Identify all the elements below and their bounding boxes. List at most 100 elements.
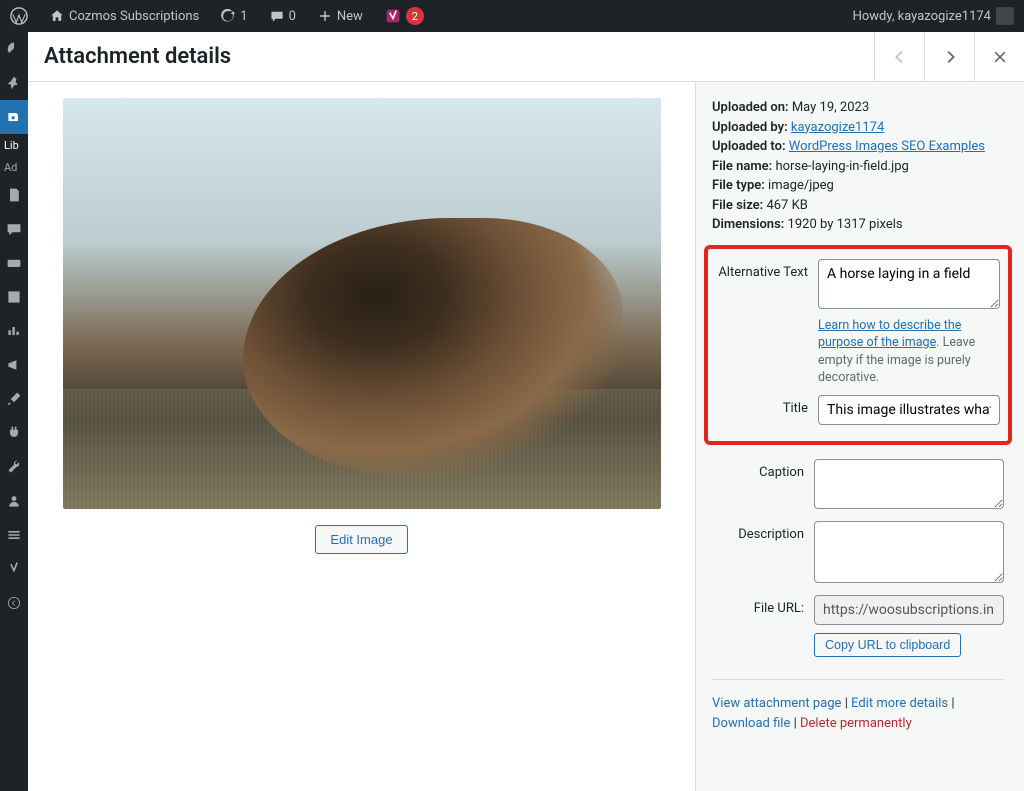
details-panel: Uploaded on: May 19, 2023 Uploaded by: k…	[696, 82, 1024, 791]
admin-menu: Lib Ad	[0, 32, 28, 791]
analytics-icon	[6, 323, 22, 339]
alt-help-text: Learn how to describe the purpose of the…	[818, 317, 1000, 387]
menu-tools[interactable]	[0, 450, 28, 484]
alt-text-row: Alternative Text A horse laying in a fie…	[716, 259, 1000, 387]
edit-image-button[interactable]: Edit Image	[315, 525, 407, 554]
action-links: View attachment page | Edit more details…	[712, 694, 1004, 736]
menu-dashboard[interactable]	[0, 32, 28, 66]
file-url-row: File URL: Copy URL to clipboard	[712, 595, 1004, 657]
product-icon	[6, 289, 22, 305]
description-label: Description	[712, 521, 804, 542]
menu-appearance[interactable]	[0, 382, 28, 416]
view-attachment-link[interactable]: View attachment page	[712, 696, 841, 711]
menu-comments[interactable]	[0, 212, 28, 246]
actions-divider	[712, 679, 1004, 680]
prev-attachment-button	[874, 32, 924, 82]
next-attachment-button[interactable]	[924, 32, 974, 82]
uploaded-by-link[interactable]: kayazogize1174	[791, 120, 884, 135]
megaphone-icon	[6, 357, 22, 373]
meta-file-name: File name: horse-laying-in-field.jpg	[712, 157, 1004, 177]
chevron-left-icon	[891, 48, 909, 66]
slider-icon	[6, 527, 22, 543]
yoast-icon	[385, 8, 401, 24]
menu-yoast[interactable]	[0, 552, 28, 586]
file-url-input[interactable]	[814, 595, 1004, 625]
plus-icon	[318, 9, 332, 23]
menu-posts[interactable]	[0, 66, 28, 100]
attachment-preview-image	[63, 98, 661, 509]
yoast-menu-icon	[6, 561, 22, 577]
uploaded-to-link[interactable]: WordPress Images SEO Examples	[789, 139, 985, 154]
woo-icon	[6, 255, 22, 271]
menu-pages[interactable]	[0, 178, 28, 212]
comments-count: 0	[289, 9, 296, 24]
alt-text-input[interactable]: A horse laying in a field	[818, 259, 1000, 309]
meta-file-type: File type: image/jpeg	[712, 176, 1004, 196]
page-icon	[6, 187, 22, 203]
updates-link[interactable]: 1	[217, 9, 251, 24]
menu-users[interactable]	[0, 484, 28, 518]
home-icon	[50, 9, 64, 23]
modal-body: Edit Image Uploaded on: May 19, 2023 Upl…	[28, 82, 1024, 791]
menu-collapse[interactable]	[0, 586, 28, 620]
modal-header: Attachment details	[28, 32, 1024, 82]
meta-uploaded-by: Uploaded by: kayazogize1174	[712, 118, 1004, 138]
modal-title: Attachment details	[28, 44, 874, 69]
delete-permanently-link[interactable]: Delete permanently	[800, 716, 912, 731]
brush-icon	[6, 391, 22, 407]
copy-url-button[interactable]: Copy URL to clipboard	[814, 633, 961, 657]
edit-more-link[interactable]: Edit more details	[851, 696, 948, 711]
new-label: New	[337, 9, 363, 24]
plugin-icon	[6, 425, 22, 441]
menu-marketing[interactable]	[0, 348, 28, 382]
description-row: Description	[712, 521, 1004, 587]
highlight-annotation: Alternative Text A horse laying in a fie…	[704, 245, 1012, 445]
site-name: Cozmos Subscriptions	[69, 9, 199, 24]
wordpress-icon	[10, 7, 28, 25]
updates-count: 1	[240, 9, 247, 24]
pin-icon	[6, 75, 22, 91]
close-icon	[992, 49, 1008, 65]
menu-plugins[interactable]	[0, 416, 28, 450]
title-label: Title	[716, 395, 808, 416]
comments-link[interactable]: 0	[266, 9, 300, 24]
howdy-text: Howdy, kayazogize1174	[853, 9, 991, 24]
meta-file-size: File size: 467 KB	[712, 196, 1004, 216]
comments-icon	[6, 221, 22, 237]
comment-icon	[270, 9, 284, 23]
menu-media[interactable]	[0, 100, 28, 134]
meta-uploaded-to: Uploaded to: WordPress Images SEO Exampl…	[712, 137, 1004, 157]
update-icon	[221, 9, 235, 23]
attachment-details-modal: Attachment details Edit Image Uploaded o…	[28, 32, 1024, 791]
description-input[interactable]	[814, 521, 1004, 583]
preview-panel: Edit Image	[28, 82, 696, 791]
menu-woo[interactable]	[0, 246, 28, 280]
caption-row: Caption	[712, 459, 1004, 513]
collapse-icon	[6, 595, 22, 611]
chevron-right-icon	[941, 48, 959, 66]
meta-list: Uploaded on: May 19, 2023 Uploaded by: k…	[712, 98, 1004, 235]
caption-input[interactable]	[814, 459, 1004, 509]
menu-settings[interactable]	[0, 518, 28, 552]
submenu-library[interactable]: Lib	[0, 134, 28, 156]
title-input[interactable]	[818, 395, 1000, 425]
media-icon	[6, 109, 22, 125]
wp-logo[interactable]	[6, 7, 32, 25]
meta-uploaded-on: Uploaded on: May 19, 2023	[712, 98, 1004, 118]
menu-analytics[interactable]	[0, 314, 28, 348]
yoast-link[interactable]: 2	[381, 7, 428, 25]
download-file-link[interactable]: Download file	[712, 716, 790, 731]
menu-products[interactable]	[0, 280, 28, 314]
submenu-addnew[interactable]: Ad	[0, 156, 28, 178]
admin-bar: Cozmos Subscriptions 1 0 New 2 Howdy, ka…	[0, 0, 1024, 32]
yoast-badge: 2	[406, 7, 424, 25]
close-modal-button[interactable]	[974, 32, 1024, 82]
site-name-link[interactable]: Cozmos Subscriptions	[46, 9, 203, 24]
new-link[interactable]: New	[314, 9, 367, 24]
caption-label: Caption	[712, 459, 804, 480]
title-row: Title	[716, 395, 1000, 425]
howdy-link[interactable]: Howdy, kayazogize1174	[849, 7, 1018, 25]
alt-text-label: Alternative Text	[716, 259, 808, 280]
user-icon	[6, 493, 22, 509]
meta-dimensions: Dimensions: 1920 by 1317 pixels	[712, 215, 1004, 235]
